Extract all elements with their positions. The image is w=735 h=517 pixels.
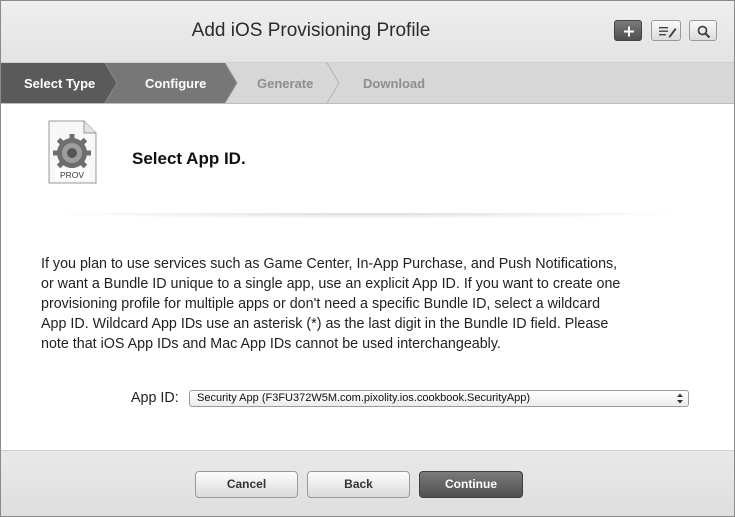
step-generate: Generate [257, 76, 314, 91]
edit-button[interactable] [651, 20, 681, 41]
gear-icon [53, 134, 91, 172]
paragraph-line: note that iOS App IDs and Mac App IDs ca… [41, 336, 501, 352]
file-icon-label: PROV [60, 170, 84, 180]
paragraph-line: App ID. Wildcard App IDs use an asterisk… [41, 316, 609, 332]
step-download: Download [363, 76, 426, 91]
app-id-select[interactable]: Security App (F3FU372W5M.com.pixolity.io… [189, 390, 689, 407]
paragraph-line: provisioning profile for multiple apps o… [41, 296, 601, 312]
add-button[interactable] [614, 20, 642, 41]
progress-steps: Select Type Configure Generate Download [1, 63, 734, 104]
app-id-selected-value: Security App (F3FU372W5M.com.pixolity.io… [197, 392, 530, 404]
footer: Cancel Back Continue [1, 450, 734, 516]
provisioning-profile-file-icon: PROV [48, 120, 97, 184]
window-title: Add iOS Provisioning Profile [191, 20, 431, 41]
edit-list-icon [659, 27, 677, 38]
instructions-paragraph: If you plan to use services such as Game… [41, 254, 681, 354]
window: Add iOS Provisioning Profile Select Type… [0, 0, 735, 517]
cancel-button[interactable]: Cancel [195, 471, 298, 498]
select-arrows-icon [677, 393, 683, 404]
step-configure: Configure [145, 76, 207, 91]
search-icon [697, 25, 711, 39]
divider [41, 213, 695, 219]
search-button[interactable] [689, 20, 717, 41]
paragraph-line: or want a Bundle ID unique to a single a… [41, 276, 621, 292]
plus-icon [624, 26, 634, 37]
app-id-label: App ID: [131, 390, 179, 406]
title-bar: Add iOS Provisioning Profile [1, 1, 734, 63]
page-heading: Select App ID. [132, 149, 246, 168]
continue-button[interactable]: Continue [419, 471, 523, 498]
paragraph-line: If you plan to use services such as Game… [41, 256, 618, 272]
step-select-type: Select Type [24, 76, 96, 91]
back-button[interactable]: Back [307, 471, 410, 498]
